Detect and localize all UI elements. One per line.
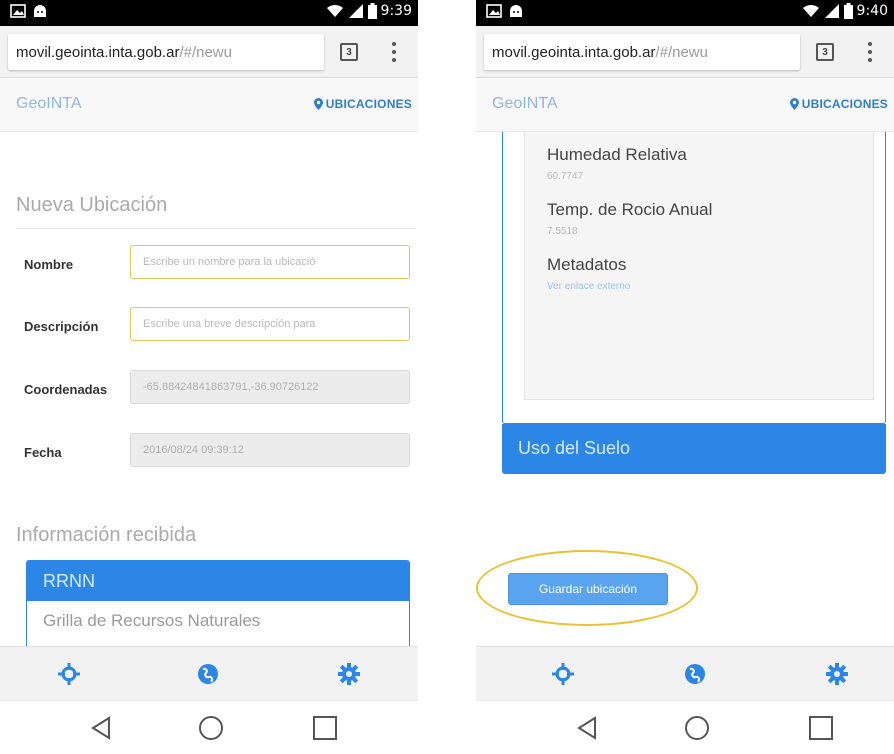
page-title: Nueva Ubicación	[16, 194, 168, 216]
map-marker-icon	[313, 98, 323, 110]
attr-metadatos-name: Metadatos	[547, 255, 627, 274]
rrnn-panel-heading[interactable]: RRNN	[27, 561, 409, 601]
rrnn-panel: RRNN Grilla de Recursos Naturales	[26, 560, 410, 646]
globe-icon	[198, 664, 218, 684]
attr-rocio-name: Temp. de Rocio Anual	[547, 200, 713, 219]
map-marker-icon	[789, 98, 799, 110]
status-bar: 9:40	[476, 0, 894, 26]
back-button[interactable]	[86, 713, 116, 743]
home-button[interactable]	[682, 713, 712, 743]
tab-switcher-button[interactable]: 3	[340, 43, 358, 61]
signal-icon	[824, 4, 839, 18]
gear-icon	[826, 663, 848, 685]
uso-suelo-panel: Uso del Suelo	[502, 424, 886, 474]
right-phone-screen: 9:40 movil.geointa.inta.gob.ar/#/newu 3 …	[476, 0, 894, 754]
attr-rocio-value: 7.5518	[547, 226, 578, 237]
crosshair-icon	[552, 663, 574, 685]
nombre-input[interactable]: Escribe un nombre para la ubicació	[130, 245, 410, 279]
settings-button[interactable]	[336, 661, 362, 687]
locate-button[interactable]	[56, 661, 82, 687]
coordenadas-label: Coordenadas	[24, 382, 108, 397]
url-path: /#/newu	[179, 43, 232, 61]
attr-humedad-value: 60.7747	[547, 171, 584, 182]
recents-button[interactable]	[806, 713, 836, 743]
status-time: 9:39	[380, 3, 412, 19]
wifi-icon	[326, 4, 343, 17]
android-navigation-bar	[0, 700, 418, 754]
signal-icon	[348, 4, 363, 18]
android-notification-icon	[34, 5, 46, 17]
url-bar[interactable]: movil.geointa.inta.gob.ar/#/newu	[484, 34, 800, 70]
home-icon	[199, 716, 223, 740]
map-button[interactable]	[195, 661, 221, 687]
uso-suelo-heading[interactable]: Uso del Suelo	[502, 424, 886, 474]
home-button[interactable]	[196, 713, 226, 743]
page-content: Nueva Ubicación Nombre Escribe un nombre…	[0, 132, 418, 646]
divider	[16, 228, 416, 229]
app-bottom-toolbar	[0, 646, 418, 700]
info-title: Información recibida	[16, 524, 197, 546]
android-notification-icon	[510, 5, 522, 17]
ubicaciones-label: UBICACIONES	[801, 97, 888, 111]
attr-humedad-name: Humedad Relativa	[547, 145, 687, 164]
brand-link[interactable]: GeoINTA	[492, 95, 558, 113]
browser-toolbar: movil.geointa.inta.gob.ar/#/newu 3	[476, 26, 894, 78]
app-bottom-toolbar	[476, 646, 894, 700]
ubicaciones-label: UBICACIONES	[325, 97, 412, 111]
left-phone-screen: 9:39 movil.geointa.inta.gob.ar/#/newu 3 …	[0, 0, 418, 754]
fecha-label: Fecha	[24, 445, 62, 460]
descripcion-input[interactable]: Escribe una breve descripción para	[130, 307, 410, 341]
descripcion-label: Descripción	[24, 319, 99, 334]
panel-list-item[interactable]: Grilla de Recursos Naturales	[27, 601, 409, 641]
recents-button[interactable]	[310, 713, 340, 743]
globe-icon	[685, 664, 705, 684]
gallery-notification-icon	[10, 4, 26, 18]
android-navigation-bar	[476, 700, 894, 754]
more-menu-icon[interactable]	[390, 40, 398, 64]
metadatos-link[interactable]: Ver enlace externo	[525, 281, 873, 292]
app-navbar: GeoINTA UBICACIONES	[0, 78, 418, 132]
gallery-notification-icon	[486, 4, 502, 18]
settings-button[interactable]	[824, 661, 850, 687]
recents-icon	[809, 716, 833, 740]
attributes-well: Humedad Relativa 60.7747 Temp. de Rocio …	[524, 132, 874, 400]
url-bar[interactable]: movil.geointa.inta.gob.ar/#/newu	[8, 34, 324, 70]
brand-link[interactable]: GeoINTA	[16, 95, 82, 113]
nombre-label: Nombre	[24, 257, 74, 272]
save-location-button[interactable]: Guardar ubicación	[508, 573, 668, 605]
app-navbar: GeoINTA UBICACIONES	[476, 78, 894, 132]
back-button[interactable]	[572, 713, 602, 743]
ubicaciones-link[interactable]: UBICACIONES	[313, 97, 412, 111]
page-content: Humedad Relativa 60.7747 Temp. de Rocio …	[476, 132, 894, 646]
status-time: 9:40	[856, 3, 888, 19]
wifi-icon	[802, 4, 819, 17]
url-host: movil.geointa.inta.gob.ar	[492, 43, 656, 61]
coordenadas-field: -65.88424841863791,-36.90726122	[130, 370, 410, 404]
status-bar: 9:39	[0, 0, 418, 26]
back-icon	[577, 716, 596, 740]
home-icon	[685, 716, 709, 740]
crosshair-icon	[58, 663, 80, 685]
browser-toolbar: movil.geointa.inta.gob.ar/#/newu 3	[0, 26, 418, 78]
battery-icon	[843, 3, 853, 19]
tab-switcher-button[interactable]: 3	[816, 43, 834, 61]
fecha-field: 2016/08/24 09:39:12	[130, 433, 410, 467]
back-icon	[91, 716, 110, 740]
ubicaciones-link[interactable]: UBICACIONES	[789, 97, 888, 111]
url-host: movil.geointa.inta.gob.ar	[16, 43, 180, 61]
battery-icon	[367, 3, 377, 19]
more-menu-icon[interactable]	[866, 40, 874, 64]
recents-icon	[313, 716, 337, 740]
locate-button[interactable]	[550, 661, 576, 687]
gear-icon	[338, 663, 360, 685]
map-button[interactable]	[682, 661, 708, 687]
url-path: /#/newu	[655, 43, 708, 61]
